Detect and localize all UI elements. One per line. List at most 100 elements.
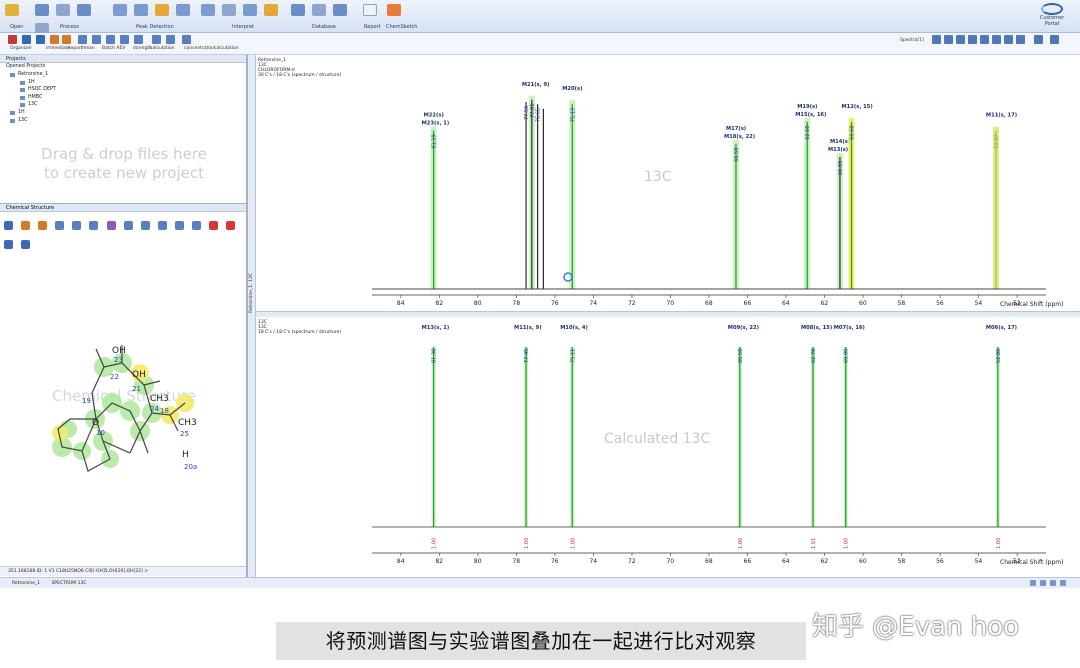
folder-icon bbox=[5, 4, 19, 16]
window-icon[interactable] bbox=[1050, 35, 1059, 44]
process-group[interactable]: Process bbox=[34, 2, 110, 35]
undo-icon[interactable] bbox=[21, 221, 31, 230]
structure-watermark: Chemical Structure bbox=[52, 387, 196, 405]
save-icon[interactable] bbox=[22, 35, 31, 44]
atom-icon[interactable] bbox=[106, 221, 116, 230]
table-icon[interactable] bbox=[152, 35, 161, 44]
x-tick-label: 68 bbox=[705, 300, 713, 307]
spectrum-tab-2[interactable] bbox=[248, 317, 256, 577]
tree-item[interactable]: 1H bbox=[8, 109, 56, 117]
settings-icon[interactable] bbox=[1034, 35, 1043, 44]
spectra-selector[interactable]: Spectra[1] bbox=[900, 38, 924, 43]
tree-item[interactable]: HMBC bbox=[18, 94, 56, 102]
peak-label: M07(s, 16) bbox=[834, 325, 865, 331]
search-icon[interactable] bbox=[120, 35, 129, 44]
rotate-icon[interactable] bbox=[174, 221, 184, 230]
spectrum-watermark: Calculated 13C bbox=[604, 431, 711, 447]
nav-first-icon[interactable] bbox=[1030, 580, 1036, 586]
chemsketch-group[interactable]: ChemSketch bbox=[386, 2, 417, 31]
peak-value: 52.80 bbox=[996, 349, 1002, 363]
export-icon[interactable] bbox=[36, 35, 45, 44]
redo-icon[interactable] bbox=[38, 221, 48, 230]
caption: 将预测谱图与实验谱图叠加在一起进行比对观察 bbox=[276, 622, 806, 660]
tree-item[interactable]: 13C bbox=[8, 117, 56, 125]
refresh-icon[interactable] bbox=[209, 221, 219, 230]
x-tick-label: 74 bbox=[589, 558, 597, 565]
peak-icon bbox=[155, 4, 170, 16]
draw-icon[interactable] bbox=[89, 221, 99, 230]
layout-icon[interactable] bbox=[992, 35, 1001, 44]
process-label: Process bbox=[60, 24, 79, 30]
atom-label: CH3 bbox=[178, 418, 197, 428]
export-label: export bbox=[68, 46, 83, 51]
x-tick-label: 76 bbox=[551, 558, 559, 565]
zoom-icon[interactable] bbox=[72, 221, 82, 230]
experimental-spectrum[interactable]: Retrorsine_1 13C CHLOROFORM-d 30 C's / 1… bbox=[256, 55, 1080, 317]
peak-value: 60.60 bbox=[850, 125, 856, 139]
process-icon bbox=[35, 4, 49, 16]
layout-icon[interactable] bbox=[1016, 35, 1025, 44]
spectrum-tab-1[interactable]: Retrorsine_1: 13C bbox=[248, 55, 256, 317]
structure-status: 351.168168 ID: 1 V1 C18H25NO6 CIS[-OH]5,… bbox=[0, 566, 246, 576]
molecule-icon[interactable] bbox=[4, 221, 13, 230]
calculated-spectrum[interactable]: 13C 13C 18 C's / 18 C's (spectrum / stru… bbox=[256, 317, 1080, 577]
peak-value: 61.19 bbox=[838, 161, 844, 175]
zoom-in-icon[interactable] bbox=[92, 35, 101, 44]
move-icon[interactable] bbox=[192, 221, 202, 230]
interpret-icon bbox=[201, 4, 215, 16]
ring-icon[interactable] bbox=[123, 221, 133, 230]
tree-item[interactable]: Retrorsine_1 bbox=[8, 71, 56, 79]
tree-item[interactable]: HSQC DEPT bbox=[18, 86, 56, 94]
peak-value: 62.70 bbox=[811, 349, 817, 363]
tree-item[interactable]: 13C bbox=[18, 101, 56, 109]
x-tick-label: 74 bbox=[589, 300, 597, 307]
nav-last-icon[interactable] bbox=[1060, 580, 1066, 586]
project-tree: Retrorsine_1 1H HSQC DEPT HMBC 13C 1H 13… bbox=[8, 71, 56, 124]
peak-label: M06(s, 17) bbox=[986, 325, 1017, 331]
status-spectrum: SPECTRUM 13C bbox=[51, 581, 87, 586]
atom-label: 18 bbox=[160, 407, 169, 415]
chart-icon[interactable] bbox=[134, 35, 143, 44]
x-tick-label: 80 bbox=[474, 300, 482, 307]
open-group[interactable]: Open bbox=[4, 2, 32, 31]
layout-icon[interactable] bbox=[944, 35, 953, 44]
interpret-group[interactable]: Interpret bbox=[200, 2, 284, 31]
peak-value: 66.50 bbox=[738, 349, 744, 363]
zoom-out-icon[interactable] bbox=[106, 35, 115, 44]
zoom-icon[interactable] bbox=[78, 35, 87, 44]
zhihu-watermark: 知乎 @Evan hoo bbox=[812, 612, 1020, 642]
chemical-structure[interactable]: Chemical Structure OH 23 OH 22 21 CH3 24… bbox=[0, 233, 248, 473]
layout-icon[interactable] bbox=[980, 35, 989, 44]
concentration-icon[interactable] bbox=[182, 35, 191, 44]
calc-icon[interactable] bbox=[166, 35, 175, 44]
peak-detection-label: Peak Detection bbox=[136, 24, 174, 30]
nav-next-icon[interactable] bbox=[1050, 580, 1056, 586]
atom-label: OH bbox=[132, 370, 146, 380]
undo-icon[interactable] bbox=[50, 35, 59, 44]
x-tick-label: 82 bbox=[435, 558, 443, 565]
atom-label: 19 bbox=[82, 397, 91, 405]
ring-icon[interactable] bbox=[140, 221, 150, 230]
structure-edit-icon[interactable] bbox=[55, 221, 65, 230]
peak-value: 75.13 bbox=[570, 108, 576, 122]
layout-icon[interactable] bbox=[1004, 35, 1013, 44]
bond-icon[interactable] bbox=[157, 221, 167, 230]
immediate-label: immediate bbox=[46, 46, 71, 51]
database-group[interactable]: Database bbox=[290, 2, 360, 31]
redo-icon[interactable] bbox=[62, 35, 71, 44]
tree-item[interactable]: 1H bbox=[18, 79, 56, 87]
organizer-icon[interactable] bbox=[8, 35, 17, 44]
nav-prev-icon[interactable] bbox=[1040, 580, 1046, 586]
layout-icon[interactable] bbox=[968, 35, 977, 44]
report-group[interactable]: Report bbox=[362, 2, 384, 31]
dropzone[interactable]: Drag & drop files here to create new pro… bbox=[0, 145, 248, 183]
x-tick-label: 66 bbox=[744, 558, 752, 565]
plus-icon[interactable] bbox=[226, 221, 236, 230]
customer-portal-button[interactable]: Customer Portal bbox=[1032, 3, 1072, 31]
layout-icon[interactable] bbox=[956, 35, 965, 44]
secondary-toolbar: Organizer immediate export mean Batch AE… bbox=[0, 33, 1080, 55]
layout-icon[interactable] bbox=[932, 35, 941, 44]
acd-logo-icon bbox=[1041, 3, 1063, 15]
x-tick-label: 54 bbox=[975, 558, 983, 565]
peak-detection-group[interactable]: Peak Detection bbox=[112, 2, 198, 31]
